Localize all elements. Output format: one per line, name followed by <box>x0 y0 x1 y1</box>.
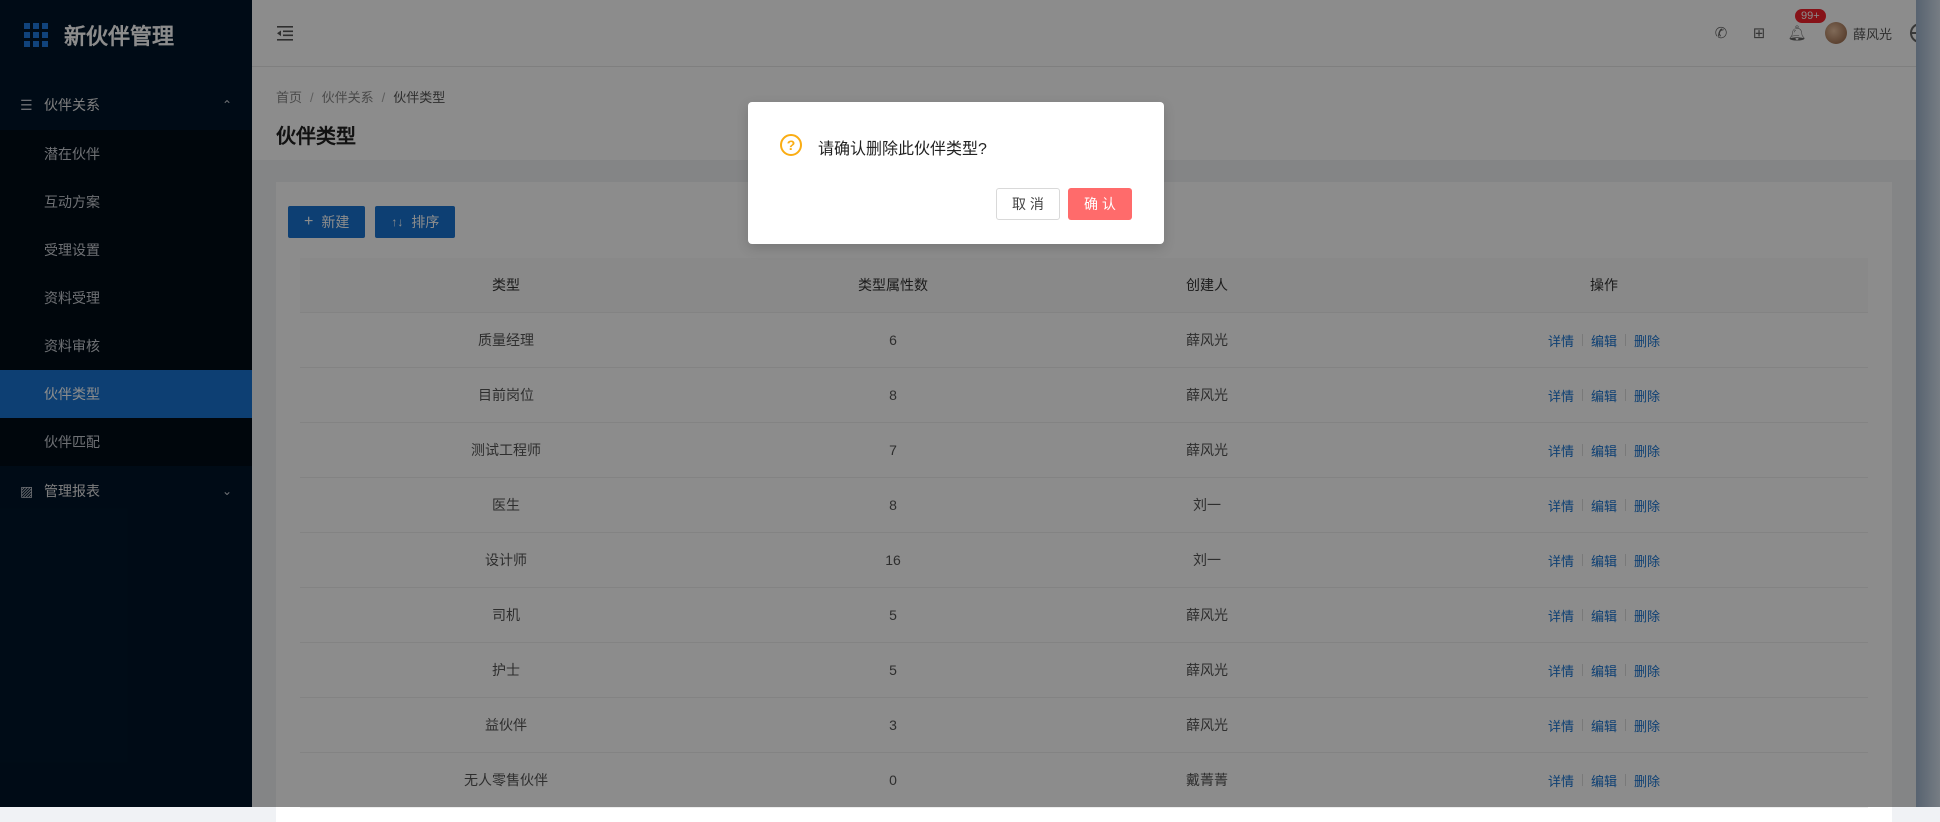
confirm-button[interactable]: 确 认 <box>1068 188 1132 220</box>
modal-title: 请确认删除此伙伴类型? <box>818 141 987 158</box>
confirm-delete-modal: ? 请确认删除此伙伴类型? 取 消 确 认 <box>748 102 1164 244</box>
cancel-button[interactable]: 取 消 <box>996 188 1060 220</box>
question-icon: ? <box>780 134 802 156</box>
